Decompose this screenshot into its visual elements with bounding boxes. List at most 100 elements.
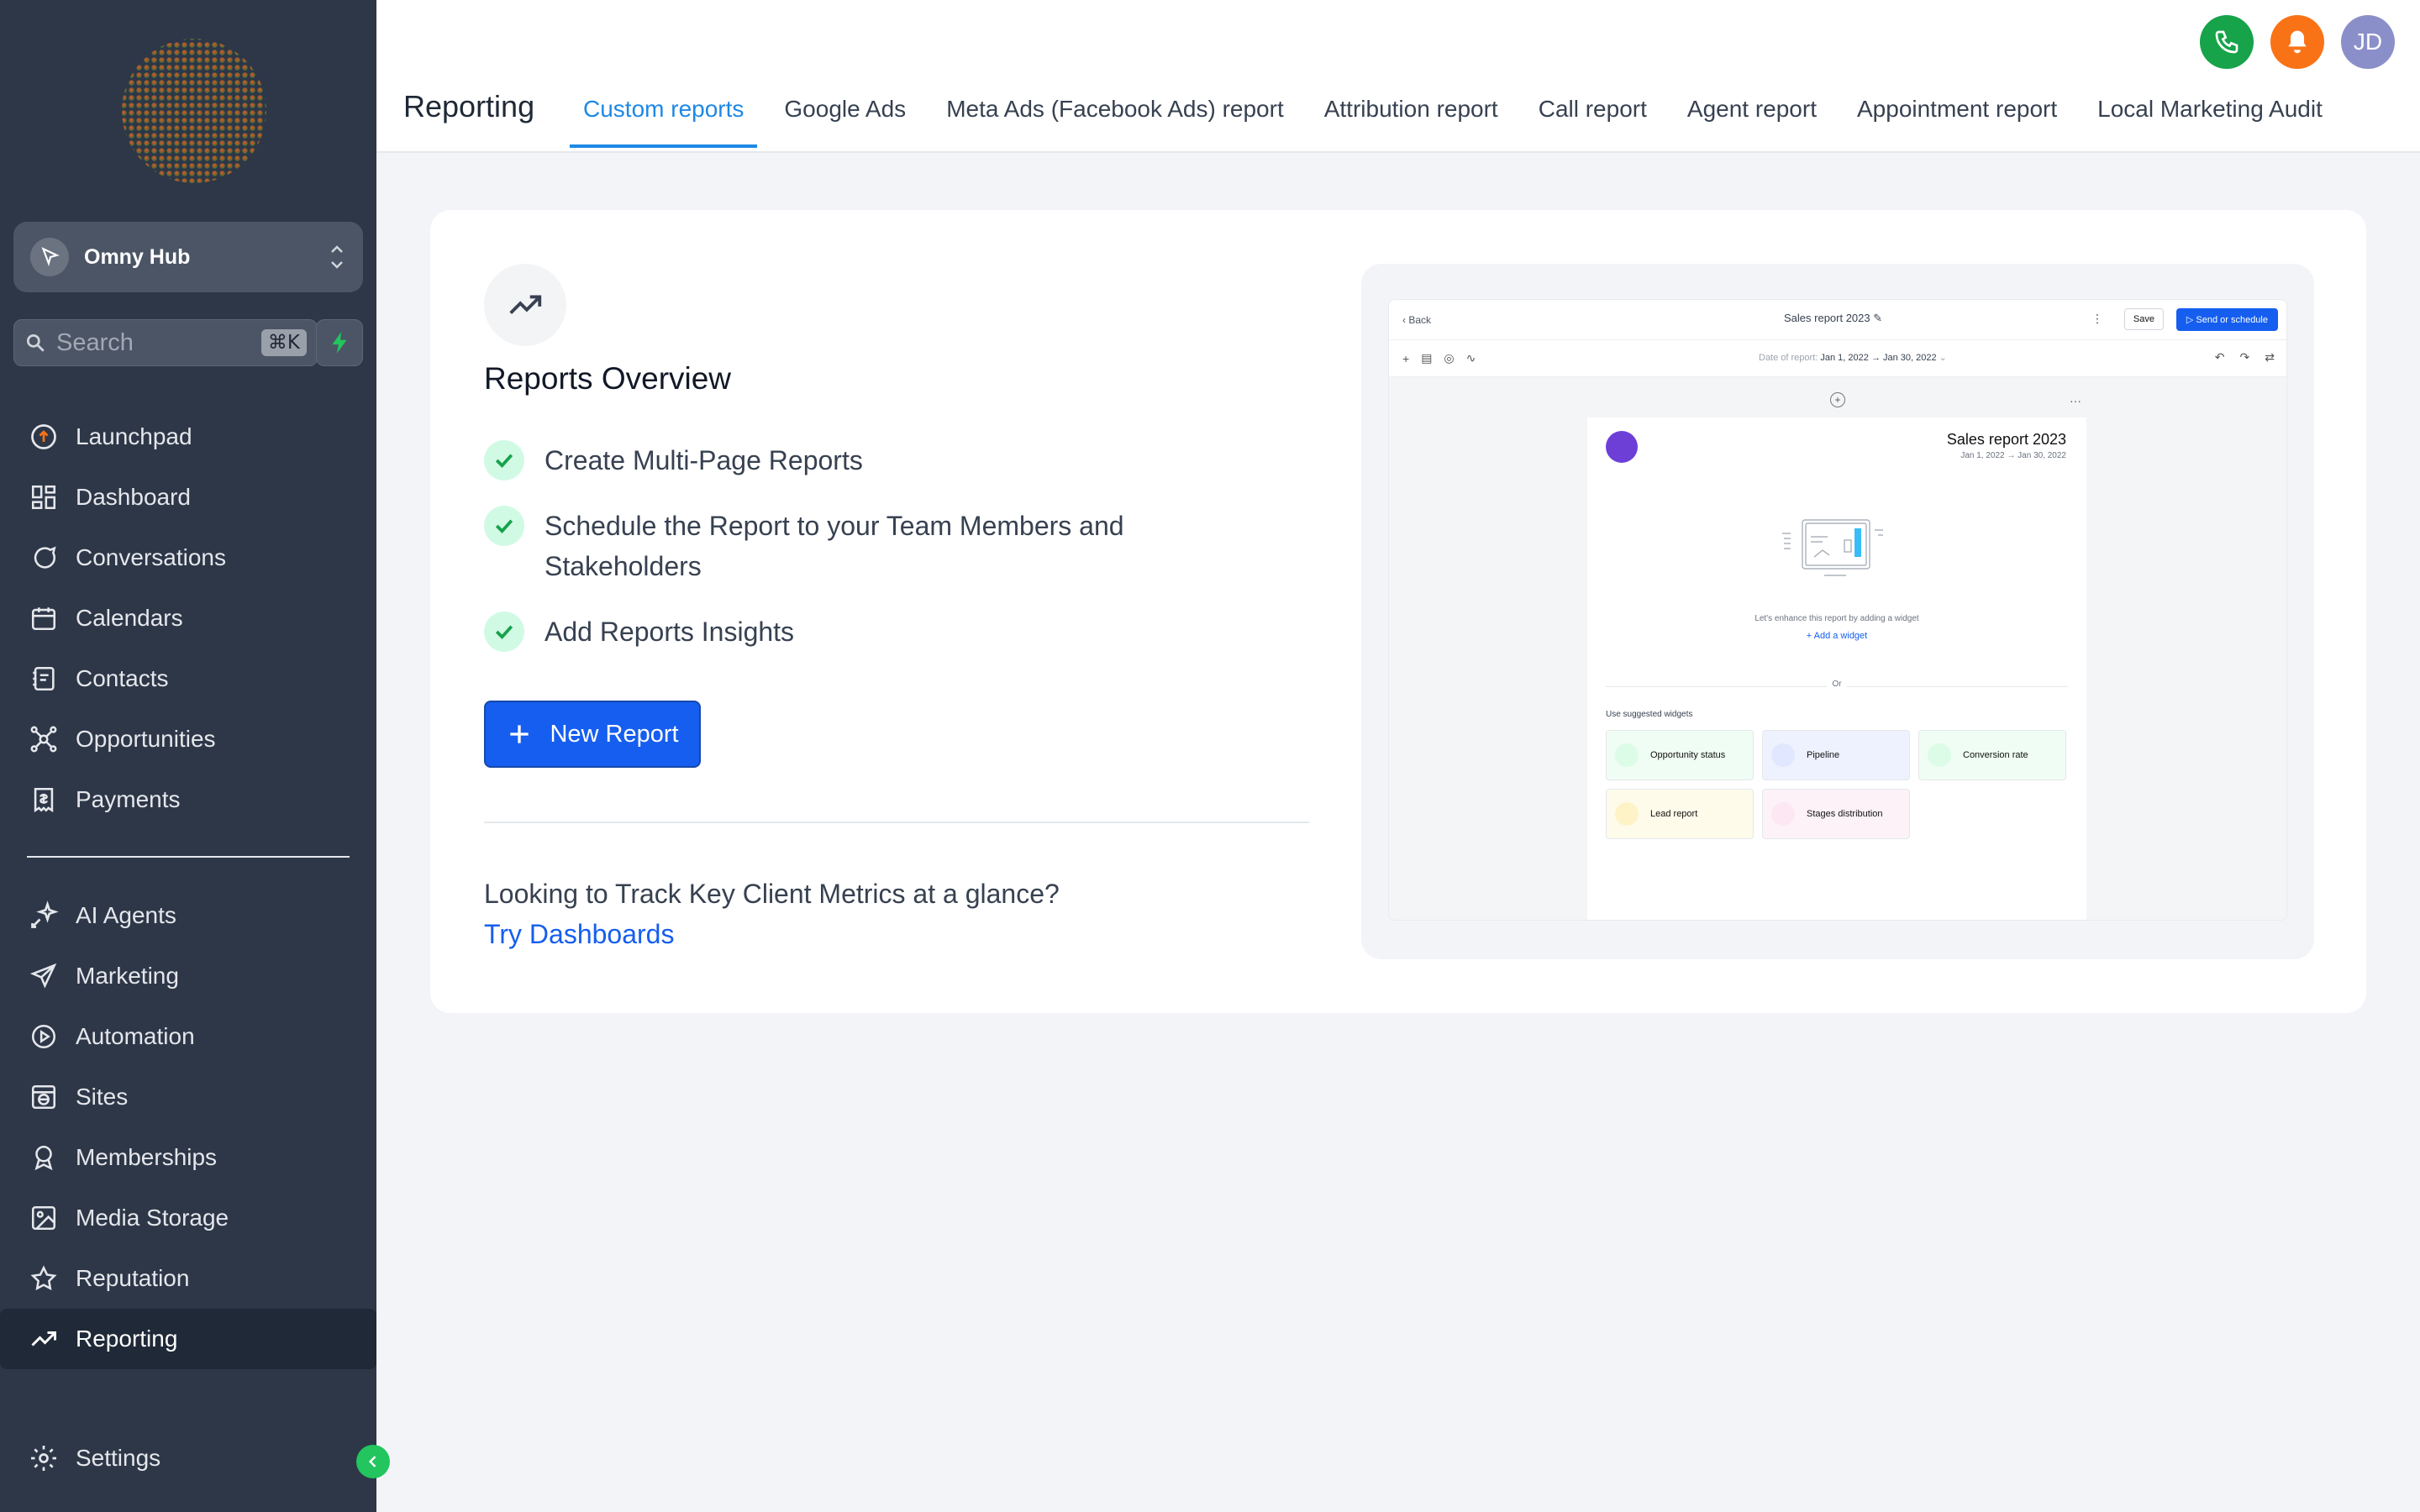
sidebar: Omny Hub Search ⌘K Launchpad Dashboard C…	[0, 0, 376, 1512]
sidebar-divider	[27, 856, 350, 858]
sidebar-item-settings[interactable]: Settings	[0, 1428, 376, 1488]
undo-icon: ↶	[2214, 350, 2225, 364]
phone-button[interactable]	[2200, 15, 2254, 69]
tab-custom-reports[interactable]: Custom reports	[570, 84, 758, 150]
sidebar-item-label: Settings	[76, 1445, 161, 1471]
preview-or: Or	[1587, 680, 2086, 689]
new-report-button[interactable]: New Report	[484, 701, 701, 768]
funnel-icon	[1771, 743, 1795, 767]
tab-google-ads[interactable]: Google Ads	[771, 84, 919, 150]
collapse-sidebar-button[interactable]	[356, 1445, 390, 1478]
sidebar-item-ai-agents[interactable]: AI Agents	[0, 885, 376, 946]
preview-date-range: Date of report: Jan 1, 2022 → Jan 30, 20…	[1759, 353, 1947, 363]
preview-enhance-text: Let's enhance this report by adding a wi…	[1754, 614, 1919, 623]
payments-icon	[27, 783, 60, 816]
account-switcher[interactable]: Omny Hub	[13, 222, 363, 292]
track-metrics-text: Looking to Track Key Client Metrics at a…	[484, 879, 1060, 909]
sidebar-item-label: Reputation	[76, 1265, 190, 1291]
preview-add-widget: + Add a widget	[1806, 631, 1868, 641]
feature-list: Create Multi-Page Reports Schedule the R…	[484, 440, 1223, 677]
filters-icon: ⇄	[2265, 350, 2275, 364]
sidebar-item-reporting[interactable]: Reporting	[0, 1309, 376, 1369]
tab-local-marketing-audit[interactable]: Local Marketing Audit	[2084, 84, 2336, 150]
clock-icon	[1615, 743, 1639, 767]
page-title: Reporting	[403, 89, 535, 123]
preview-title: Sales report 2023 ✎	[1784, 312, 1883, 324]
brand-logo	[122, 39, 266, 183]
sidebar-item-label: Reporting	[76, 1326, 178, 1352]
preview-header: ‹ Back Sales report 2023 ✎ ⋮ Save ▷ Send…	[1389, 300, 2286, 340]
dollar-icon: ◎	[1444, 351, 1455, 365]
tab-appointment-report[interactable]: Appointment report	[1844, 84, 2070, 150]
bell-icon	[2288, 30, 2307, 54]
list-item: Create Multi-Page Reports	[484, 440, 1223, 480]
reports-overview-card: Reports Overview Create Multi-Page Repor…	[430, 210, 2366, 1013]
star-icon	[27, 1262, 60, 1295]
report-tabs: Custom reports Google Ads Meta Ads (Face…	[570, 84, 2349, 153]
sidebar-item-calendars[interactable]: Calendars	[0, 588, 376, 648]
search-shortcut: ⌘K	[260, 329, 307, 356]
nav-footer: Settings	[0, 1428, 376, 1488]
tab-attribution-report[interactable]: Attribution report	[1311, 84, 1512, 150]
sparkle-icon	[27, 899, 60, 932]
automation-icon	[27, 1020, 60, 1053]
search-placeholder: Search	[56, 328, 134, 356]
preview-page-title: Sales report 2023	[1946, 431, 2066, 448]
feature-text: Add Reports Insights	[544, 617, 795, 647]
gear-icon	[27, 1441, 60, 1475]
preview-canvas: + ··· Sales report 2023 Jan 1, 2022 → Ja…	[1389, 377, 2286, 920]
user-avatar[interactable]: JD	[2341, 15, 2395, 69]
pointer-icon	[30, 238, 69, 276]
tab-agent-report[interactable]: Agent report	[1674, 84, 1830, 150]
refresh-icon	[1928, 743, 1951, 767]
sidebar-item-media-storage[interactable]: Media Storage	[0, 1188, 376, 1248]
plus-icon	[510, 725, 529, 743]
calendar-icon	[27, 601, 60, 635]
opportunities-icon	[27, 722, 60, 756]
contacts-icon	[27, 662, 60, 696]
more-icon: ···	[2070, 394, 2081, 407]
search-input[interactable]: Search ⌘K	[13, 319, 318, 366]
page-icon: ▤	[1421, 351, 1433, 365]
sidebar-item-label: Contacts	[76, 665, 169, 691]
dashboard-icon	[27, 480, 60, 514]
sidebar-item-launchpad[interactable]: Launchpad	[0, 407, 376, 467]
check-icon	[484, 440, 524, 480]
sidebar-item-payments[interactable]: Payments	[0, 769, 376, 830]
tab-call-report[interactable]: Call report	[1525, 84, 1660, 150]
sidebar-item-memberships[interactable]: Memberships	[0, 1127, 376, 1188]
add-page-icon: +	[1830, 392, 1845, 407]
sidebar-item-label: Marketing	[76, 963, 179, 989]
avatar-initials: JD	[2353, 29, 2383, 55]
lead-icon	[1615, 802, 1639, 826]
tab-meta-ads[interactable]: Meta Ads (Facebook Ads) report	[933, 84, 1297, 150]
sidebar-item-conversations[interactable]: Conversations	[0, 528, 376, 588]
notifications-button[interactable]	[2270, 15, 2324, 69]
try-dashboards-link[interactable]: Try Dashboards	[484, 919, 674, 950]
plus-icon: +	[1402, 351, 1410, 365]
chevron-left-icon	[368, 1456, 376, 1467]
account-name: Omny Hub	[84, 244, 191, 269]
preview-toolbar: + ▤ ◎ ∿ Date of report: Jan 1, 2022 → Ja…	[1389, 340, 2286, 377]
preview-save: Save	[2123, 308, 2164, 330]
sidebar-item-sites[interactable]: Sites	[0, 1067, 376, 1127]
sidebar-item-opportunities[interactable]: Opportunities	[0, 709, 376, 769]
sidebar-item-contacts[interactable]: Contacts	[0, 648, 376, 709]
launchpad-icon	[27, 420, 60, 454]
nav-secondary: AI Agents Marketing Automation Sites Mem…	[0, 885, 376, 1369]
sidebar-item-marketing[interactable]: Marketing	[0, 946, 376, 1006]
top-bar: JD Reporting Custom reports Google Ads M…	[376, 0, 2420, 153]
sidebar-item-automation[interactable]: Automation	[0, 1006, 376, 1067]
feature-text: Create Multi-Page Reports	[544, 445, 863, 475]
sidebar-item-reputation[interactable]: Reputation	[0, 1248, 376, 1309]
sidebar-item-label: Memberships	[76, 1144, 218, 1170]
sidebar-item-dashboard[interactable]: Dashboard	[0, 467, 376, 528]
quick-action-button[interactable]	[316, 319, 363, 366]
pie-icon	[1771, 802, 1795, 826]
widget-pipeline: Pipeline	[1762, 730, 1910, 780]
send-icon	[27, 959, 60, 993]
check-icon	[484, 506, 524, 546]
sidebar-item-label: Conversations	[76, 544, 226, 570]
sidebar-item-label: Calendars	[76, 605, 183, 631]
widget-lead-report: Lead report	[1606, 789, 1754, 839]
